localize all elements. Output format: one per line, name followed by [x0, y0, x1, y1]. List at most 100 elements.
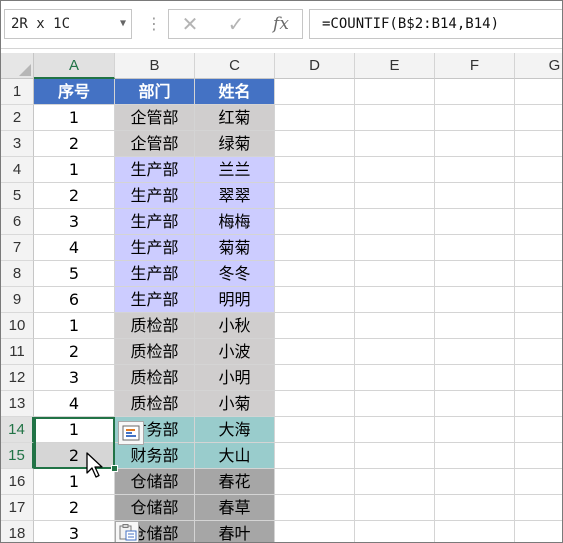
empty-cell[interactable]: [435, 183, 515, 209]
close-icon[interactable]: ✕: [175, 10, 205, 38]
column-header-a[interactable]: A: [34, 53, 115, 79]
empty-cell[interactable]: [515, 313, 562, 339]
dept-cell[interactable]: 企管部: [115, 131, 195, 157]
empty-cell[interactable]: [275, 235, 355, 261]
empty-cell[interactable]: [275, 105, 355, 131]
column-header-c[interactable]: C: [195, 53, 275, 79]
name-cell[interactable]: 梅梅: [195, 209, 275, 235]
chevron-down-icon[interactable]: ▼: [120, 10, 126, 38]
fill-handle[interactable]: [111, 465, 118, 472]
empty-cell[interactable]: [515, 391, 562, 417]
seq-cell[interactable]: 3: [34, 521, 115, 542]
row-header-6[interactable]: 6: [1, 209, 34, 235]
empty-cell[interactable]: [515, 495, 562, 521]
empty-cell[interactable]: [275, 313, 355, 339]
empty-cell[interactable]: [515, 157, 562, 183]
name-cell[interactable]: 兰兰: [195, 157, 275, 183]
name-cell[interactable]: 小菊: [195, 391, 275, 417]
name-cell[interactable]: 翠翠: [195, 183, 275, 209]
empty-cell[interactable]: [355, 495, 435, 521]
empty-cell[interactable]: [355, 157, 435, 183]
seq-cell[interactable]: 3: [34, 209, 115, 235]
empty-cell[interactable]: [275, 469, 355, 495]
dept-cell[interactable]: 仓储部: [115, 495, 195, 521]
name-cell[interactable]: 小秋: [195, 313, 275, 339]
empty-cell[interactable]: [435, 417, 515, 443]
empty-cell[interactable]: [515, 521, 562, 542]
empty-cell[interactable]: [355, 131, 435, 157]
row-header-3[interactable]: 3: [1, 131, 34, 157]
seq-cell[interactable]: 2: [34, 183, 115, 209]
empty-cell[interactable]: [435, 469, 515, 495]
empty-cell[interactable]: [435, 105, 515, 131]
row-header-5[interactable]: 5: [1, 183, 34, 209]
empty-cell[interactable]: [435, 261, 515, 287]
column-header-f[interactable]: F: [435, 53, 515, 79]
formula-input[interactable]: =COUNTIF(B$2:B14,B14): [309, 9, 562, 39]
name-cell[interactable]: 菊菊: [195, 235, 275, 261]
paste-options-button[interactable]: [115, 521, 139, 542]
empty-cell[interactable]: [435, 443, 515, 469]
dept-cell[interactable]: 仓储部: [115, 469, 195, 495]
seq-cell[interactable]: 1: [34, 417, 115, 443]
row-header-7[interactable]: 7: [1, 235, 34, 261]
more-options-icon[interactable]: ⋮: [146, 11, 162, 37]
empty-cell[interactable]: [355, 443, 435, 469]
row-header-4[interactable]: 4: [1, 157, 34, 183]
row-header-16[interactable]: 16: [1, 469, 34, 495]
empty-cell[interactable]: [275, 79, 355, 105]
empty-cell[interactable]: [275, 287, 355, 313]
empty-cell[interactable]: [515, 443, 562, 469]
empty-cell[interactable]: [355, 339, 435, 365]
empty-cell[interactable]: [435, 365, 515, 391]
empty-cell[interactable]: [355, 79, 435, 105]
dept-cell[interactable]: 生产部: [115, 157, 195, 183]
empty-cell[interactable]: [515, 417, 562, 443]
empty-cell[interactable]: [435, 209, 515, 235]
seq-cell[interactable]: 2: [34, 443, 115, 469]
seq-cell[interactable]: 4: [34, 391, 115, 417]
dept-cell[interactable]: 生产部: [115, 287, 195, 313]
empty-cell[interactable]: [355, 183, 435, 209]
empty-cell[interactable]: [435, 339, 515, 365]
seq-cell[interactable]: 6: [34, 287, 115, 313]
empty-cell[interactable]: [435, 391, 515, 417]
dept-cell[interactable]: 生产部: [115, 183, 195, 209]
empty-cell[interactable]: [355, 313, 435, 339]
empty-cell[interactable]: [275, 417, 355, 443]
empty-cell[interactable]: [515, 105, 562, 131]
empty-cell[interactable]: [515, 131, 562, 157]
empty-cell[interactable]: [435, 131, 515, 157]
name-cell[interactable]: 春花: [195, 469, 275, 495]
seq-cell[interactable]: 2: [34, 131, 115, 157]
seq-cell[interactable]: 1: [34, 105, 115, 131]
dept-cell[interactable]: 生产部: [115, 261, 195, 287]
empty-cell[interactable]: [275, 261, 355, 287]
seq-cell[interactable]: 2: [34, 495, 115, 521]
seq-cell[interactable]: 4: [34, 235, 115, 261]
name-cell[interactable]: 春叶: [195, 521, 275, 542]
empty-cell[interactable]: [275, 209, 355, 235]
empty-cell[interactable]: [515, 469, 562, 495]
select-all-button[interactable]: [1, 53, 34, 79]
empty-cell[interactable]: [275, 157, 355, 183]
empty-cell[interactable]: [355, 365, 435, 391]
name-cell[interactable]: 春草: [195, 495, 275, 521]
row-header-18[interactable]: 18: [1, 521, 34, 542]
column-header-e[interactable]: E: [355, 53, 435, 79]
empty-cell[interactable]: [355, 521, 435, 542]
seq-cell[interactable]: 1: [34, 157, 115, 183]
name-cell[interactable]: 红菊: [195, 105, 275, 131]
name-cell[interactable]: 小波: [195, 339, 275, 365]
row-header-12[interactable]: 12: [1, 365, 34, 391]
name-box[interactable]: 2R x 1C ▼: [4, 9, 132, 39]
row-header-15[interactable]: 15: [1, 443, 34, 469]
empty-cell[interactable]: [355, 287, 435, 313]
dept-cell[interactable]: 企管部: [115, 105, 195, 131]
dept-cell[interactable]: 质检部: [115, 313, 195, 339]
empty-cell[interactable]: [275, 443, 355, 469]
header-cell-a[interactable]: 序号: [34, 79, 115, 105]
empty-cell[interactable]: [355, 417, 435, 443]
seq-cell[interactable]: 5: [34, 261, 115, 287]
empty-cell[interactable]: [435, 79, 515, 105]
